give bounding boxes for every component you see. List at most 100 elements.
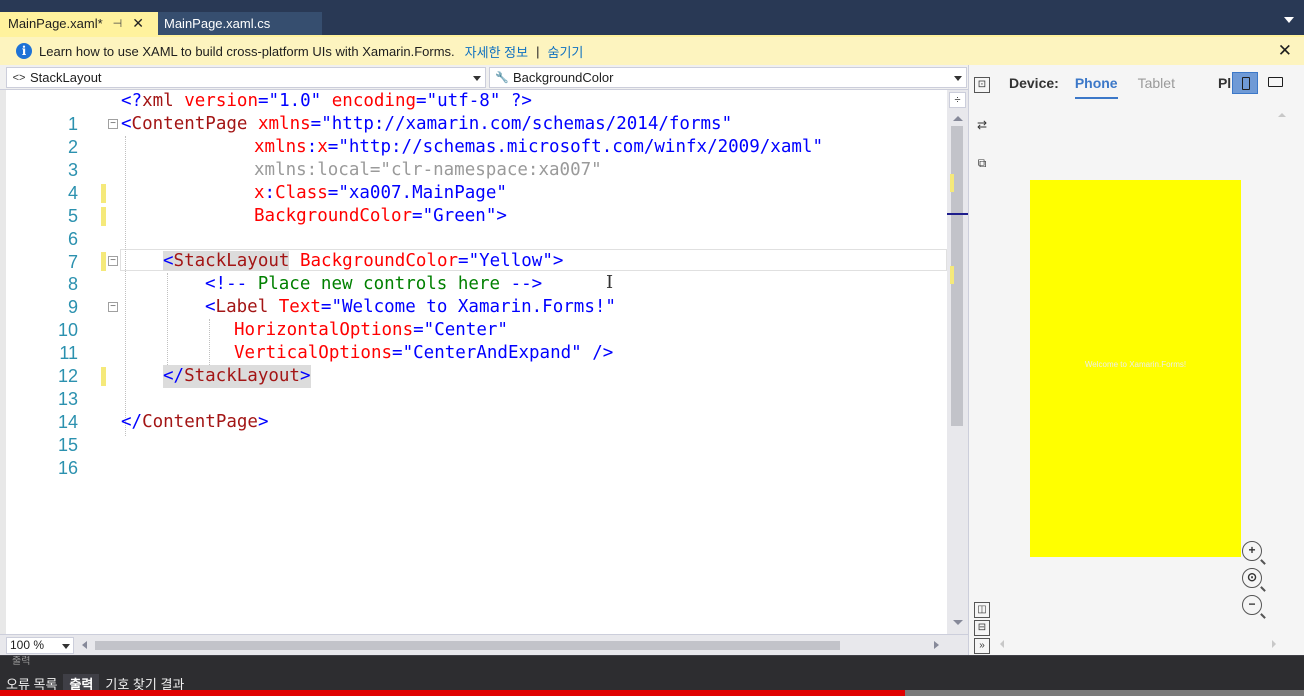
design-view-icon[interactable]: ⊡ bbox=[974, 77, 990, 93]
pin-icon[interactable]: ⊣ bbox=[113, 17, 123, 30]
line-content: <!-- Place new controls here --> bbox=[205, 273, 542, 296]
line-content: BackgroundColor="Green"> bbox=[254, 205, 507, 228]
token: version bbox=[173, 91, 258, 111]
line-content: VerticalOptions="CenterAndExpand" /> bbox=[234, 342, 613, 365]
code-line: 4 xmlns:local="clr-namespace:xa007" bbox=[0, 159, 947, 203]
code-line: 12 VerticalOptions="CenterAndExpand" /> bbox=[0, 342, 947, 386]
landscape-icon[interactable] bbox=[1268, 77, 1283, 87]
token: =" bbox=[327, 137, 349, 157]
zoom-in-icon[interactable]: + bbox=[1242, 541, 1262, 561]
tablet-tab[interactable]: Tablet bbox=[1138, 75, 1175, 91]
collapse-icon[interactable]: − bbox=[108, 256, 118, 266]
video-progress-remaining bbox=[905, 690, 1304, 696]
token: </ bbox=[121, 412, 143, 432]
change-marker bbox=[950, 174, 954, 192]
token: CenterAndExpand bbox=[413, 343, 572, 363]
token: " bbox=[605, 297, 616, 317]
token: xmlns bbox=[254, 137, 307, 157]
tab-mainpage-xaml-cs[interactable]: MainPage.xaml.cs bbox=[158, 12, 322, 35]
zoom-dropdown[interactable]: 100 % bbox=[6, 637, 74, 654]
token: x bbox=[317, 137, 328, 157]
token: BackgroundColor bbox=[289, 251, 459, 271]
line-content: </ContentPage> bbox=[121, 411, 269, 434]
collapse-icon[interactable]: − bbox=[108, 302, 118, 312]
change-marker bbox=[101, 207, 106, 226]
portrait-icon[interactable] bbox=[1232, 72, 1258, 94]
collapse-icon[interactable]: − bbox=[108, 119, 118, 129]
swap-panes-icon[interactable]: ⇄ bbox=[974, 117, 990, 133]
token: 1.0 bbox=[279, 91, 311, 111]
token: < bbox=[121, 114, 132, 134]
code-line: 1 <?xml version="1.0" encoding="utf-8" ?… bbox=[0, 90, 947, 134]
token: : bbox=[264, 183, 276, 203]
token: xa007.MainPage bbox=[348, 183, 497, 203]
tab-overflow-dropdown-icon[interactable] bbox=[1284, 17, 1294, 23]
line-content: <ContentPage xmlns="http://xamarin.com/s… bbox=[121, 113, 732, 136]
collapse-pane-icon[interactable]: » bbox=[974, 638, 990, 654]
change-marker bbox=[101, 252, 106, 271]
scroll-right-icon[interactable] bbox=[934, 641, 939, 649]
vertical-scrollbar[interactable]: ÷ bbox=[947, 90, 968, 634]
preview-vertical-scrollbar[interactable] bbox=[1277, 105, 1287, 645]
line-content: xmlns:local="clr-namespace:xa007" bbox=[254, 160, 602, 180]
token: Green bbox=[433, 206, 486, 226]
token: <!-- bbox=[205, 274, 248, 294]
horizontal-split-icon[interactable]: ⊟ bbox=[974, 620, 990, 636]
tab-mainpage-xaml[interactable]: MainPage.xaml* ⊣ ✕ bbox=[0, 12, 158, 35]
scroll-left-icon[interactable] bbox=[1000, 640, 1004, 648]
code-line: 6 BackgroundColor="Green"> bbox=[0, 205, 947, 249]
property-dropdown[interactable]: 🔧 BackgroundColor bbox=[489, 67, 967, 88]
code-line: 8 − <StackLayout BackgroundColor="Yellow… bbox=[0, 250, 947, 294]
popout-icon[interactable]: ⧉ bbox=[974, 155, 990, 171]
scroll-left-icon[interactable] bbox=[82, 641, 87, 649]
element-scope-dropdown[interactable]: <> StackLayout bbox=[6, 67, 486, 88]
scroll-down-icon[interactable] bbox=[953, 620, 963, 625]
info-separator: | bbox=[536, 43, 540, 59]
change-marker bbox=[101, 184, 106, 203]
phone-tab[interactable]: Phone bbox=[1074, 67, 1118, 99]
change-marker bbox=[950, 266, 954, 284]
scroll-right-icon[interactable] bbox=[1272, 640, 1276, 648]
code-line: 13 </StackLayout> bbox=[0, 365, 947, 409]
token: xml bbox=[142, 91, 174, 111]
line-number: 16 bbox=[57, 458, 78, 478]
close-icon[interactable]: ✕ bbox=[1278, 41, 1292, 61]
caret-position-marker bbox=[947, 213, 968, 215]
info-icon: i bbox=[16, 43, 32, 59]
code-line: 15 </ContentPage> bbox=[0, 411, 947, 455]
split-editor-icon[interactable]: ÷ bbox=[949, 92, 966, 108]
scroll-up-icon[interactable] bbox=[953, 116, 963, 121]
token: " ?> bbox=[489, 91, 532, 111]
horizontal-scroll-thumb[interactable] bbox=[95, 641, 840, 650]
change-marker bbox=[101, 367, 106, 386]
hide-link[interactable]: 숨기기 bbox=[547, 42, 583, 61]
line-content: </StackLayout> bbox=[163, 365, 311, 388]
panel-title: 출력 bbox=[12, 656, 31, 666]
text-cursor-icon: I bbox=[606, 272, 614, 293]
token: " bbox=[721, 114, 733, 134]
vertical-split-icon[interactable]: ◫ bbox=[974, 602, 990, 618]
token: =" bbox=[413, 320, 435, 340]
token: </ bbox=[163, 366, 185, 386]
scroll-up-icon[interactable] bbox=[1278, 113, 1286, 117]
token: < bbox=[205, 297, 216, 317]
close-icon[interactable]: ✕ bbox=[132, 15, 144, 32]
learn-more-link[interactable]: 자세한 정보 bbox=[465, 42, 528, 61]
zoom-out-icon[interactable]: − bbox=[1242, 595, 1262, 615]
element-scope-label: StackLayout bbox=[30, 70, 102, 85]
code-line: 2 − <ContentPage xmlns="http://xamarin.c… bbox=[0, 113, 947, 157]
code-line: 9 <!-- Place new controls here --> bbox=[0, 273, 947, 317]
token: : bbox=[306, 137, 318, 157]
output-panel-header: 출력 bbox=[0, 655, 1304, 671]
line-content: x:Class="xa007.MainPage" bbox=[254, 182, 507, 205]
code-line: 14 bbox=[0, 388, 947, 432]
token: encoding bbox=[321, 91, 417, 111]
token: =" bbox=[327, 183, 349, 203]
code-line: 3 xmlns:x="http://schemas.microsoft.com/… bbox=[0, 136, 947, 180]
zoom-fit-icon[interactable]: ⊙ bbox=[1242, 568, 1262, 588]
code-editor[interactable]: 1 <?xml version="1.0" encoding="utf-8" ?… bbox=[0, 90, 947, 634]
token: =" bbox=[412, 206, 434, 226]
info-bar: i Learn how to use XAML to build cross-p… bbox=[0, 37, 1304, 65]
token: " bbox=[497, 320, 508, 340]
token: " /> bbox=[571, 343, 614, 363]
